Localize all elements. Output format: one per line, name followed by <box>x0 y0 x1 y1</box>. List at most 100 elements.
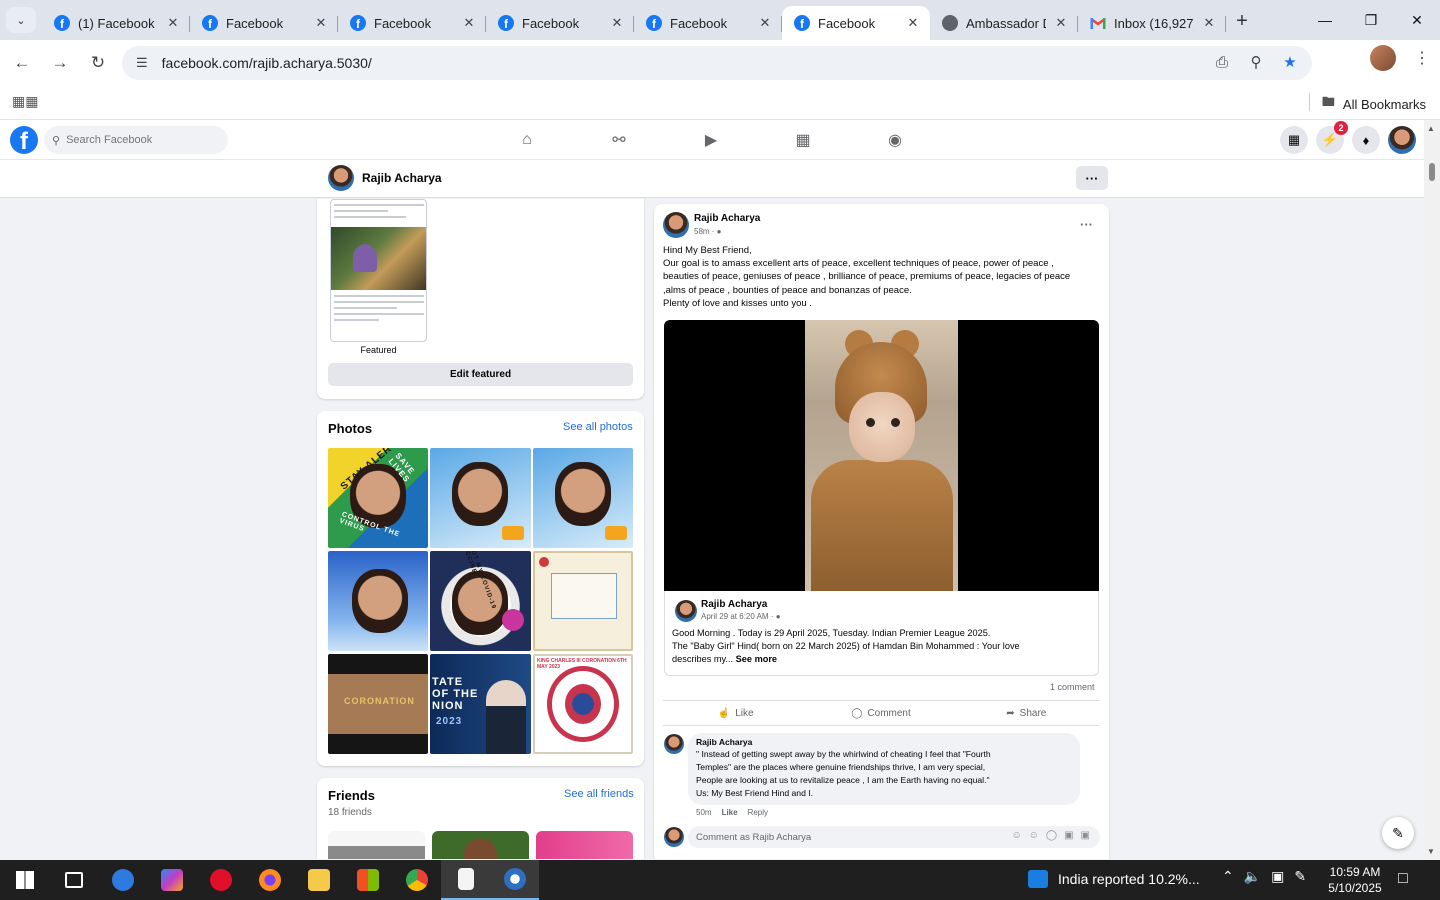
shared-author-avatar[interactable] <box>675 600 697 622</box>
like-button[interactable]: ☝ Like <box>663 701 808 725</box>
my-avatar[interactable] <box>664 827 684 847</box>
see-more-link[interactable]: See more <box>736 654 777 664</box>
taskbar-notepad[interactable] <box>441 860 490 900</box>
browser-tab[interactable]: f Facebook ✕ <box>782 6 930 40</box>
see-all-photos-link[interactable]: See all photos <box>563 421 633 433</box>
comment-button[interactable]: ◯ Comment <box>808 701 953 725</box>
photo-tile[interactable]: KING CHARLES III CORONATION 6TH MAY 2023 <box>533 654 633 754</box>
close-tab-icon[interactable]: ✕ <box>1054 15 1068 31</box>
gaming-icon[interactable]: ◉ <box>878 128 912 152</box>
browser-tab[interactable]: f (1) Facebook ✕ <box>42 6 190 40</box>
comment-time[interactable]: 50m <box>696 808 712 817</box>
menu-grid-button[interactable]: ▦ <box>1280 126 1308 154</box>
post-options-icon[interactable]: ··· <box>1080 217 1093 232</box>
reload-button[interactable]: ↻ <box>80 45 116 81</box>
photo-tile[interactable]: TATE OF THE NION 2023 <box>430 654 531 754</box>
zoom-icon[interactable]: ⚲ <box>1242 48 1270 76</box>
browser-tab[interactable]: Inbox (16,927) ✕ <box>1078 6 1226 40</box>
start-button[interactable] <box>0 860 49 900</box>
apps-grid-icon[interactable]: ▦▦ <box>12 93 38 110</box>
commenter-avatar[interactable] <box>664 734 684 754</box>
home-icon[interactable]: ⌂ <box>510 128 544 152</box>
scroll-up-icon[interactable]: ▲ <box>1427 124 1435 133</box>
search-input[interactable] <box>66 134 217 146</box>
task-view-button[interactable] <box>49 860 98 900</box>
news-widget[interactable]: India reported 10.2%... <box>1028 870 1200 888</box>
facebook-logo-icon[interactable]: f <box>10 126 38 154</box>
write-comment-box[interactable]: Comment as Rajib Acharya ☺ ☺ ◯ ▣ ▣ <box>688 826 1100 848</box>
taskbar-firefox[interactable] <box>245 860 294 900</box>
shared-author-name[interactable]: Rajib Acharya <box>701 599 767 610</box>
taskbar-app-1[interactable] <box>98 860 147 900</box>
messenger-button[interactable]: ⚡ 2 <box>1316 121 1348 154</box>
sticker-icon[interactable]: ▣ <box>1081 830 1090 841</box>
minimize-icon[interactable]: — <box>1302 0 1348 40</box>
edit-featured-button[interactable]: Edit featured <box>328 363 633 386</box>
friend-thumbnail[interactable] <box>328 831 425 859</box>
site-info-icon[interactable]: ☰ <box>136 55 148 71</box>
photo-tile[interactable] <box>533 551 633 651</box>
taskbar-chrome[interactable] <box>392 860 441 900</box>
share-button[interactable]: ➦ Share <box>954 701 1099 725</box>
all-bookmarks-button[interactable]: 🖿 All Bookmarks <box>1322 93 1426 115</box>
avatar-sticker-icon[interactable]: ☺ <box>1011 830 1021 841</box>
profile-name[interactable]: Rajib Acharya <box>362 171 442 185</box>
taskbar-copilot[interactable] <box>147 860 196 900</box>
comment-reply-button[interactable]: Reply <box>748 808 768 817</box>
account-avatar[interactable] <box>1388 126 1416 154</box>
shared-post[interactable]: Rajib Acharya April 29 at 6:20 AM · ● Go… <box>664 591 1099 676</box>
photo-tile[interactable] <box>430 448 531 548</box>
pen-icon[interactable]: ✎ <box>1294 868 1306 885</box>
comment-like-button[interactable]: Like <box>722 808 738 817</box>
friend-thumbnail[interactable] <box>536 831 633 859</box>
taskbar-file-explorer[interactable] <box>294 860 343 900</box>
browser-tab[interactable]: f Facebook ✕ <box>338 6 486 40</box>
see-all-friends-link[interactable]: See all friends <box>564 788 634 800</box>
page-scrollbar[interactable]: ▲ ▼ <box>1424 120 1440 860</box>
forward-button[interactable]: → <box>42 45 78 81</box>
bookmark-star-icon[interactable]: ★ <box>1276 48 1304 76</box>
close-tab-icon[interactable]: ✕ <box>166 15 180 31</box>
post-author-avatar[interactable] <box>663 212 689 238</box>
close-tab-icon[interactable]: ✕ <box>610 15 624 31</box>
notification-center-icon[interactable]: □ <box>1398 870 1408 888</box>
close-tab-icon[interactable]: ✕ <box>314 15 328 31</box>
post-author-name[interactable]: Rajib Acharya <box>694 213 760 224</box>
taskbar-store[interactable] <box>343 860 392 900</box>
video-icon[interactable]: ▶ <box>694 128 728 152</box>
taskbar-app-active[interactable] <box>490 860 539 900</box>
notifications-button[interactable]: ♦ <box>1352 126 1380 154</box>
speaker-icon[interactable]: 🔈 <box>1244 868 1261 885</box>
gif-icon[interactable]: ▣ <box>1064 830 1073 841</box>
install-app-icon[interactable]: ⎙ <box>1208 48 1236 76</box>
close-tab-icon[interactable]: ✕ <box>906 15 920 31</box>
browser-profile-avatar[interactable] <box>1370 45 1396 71</box>
new-tab-button[interactable]: + <box>1226 5 1258 37</box>
chevron-up-icon[interactable]: ⌃ <box>1222 868 1234 885</box>
back-button[interactable]: ← <box>4 45 40 81</box>
photo-tile[interactable] <box>533 448 633 548</box>
close-tab-icon[interactable]: ✕ <box>758 15 772 31</box>
friend-thumbnail[interactable] <box>432 831 529 859</box>
photo-tile[interactable]: I GOT MY COVID-19 VACCINE <box>430 551 531 651</box>
friends-icon[interactable]: ⚯ <box>602 128 636 152</box>
new-message-button[interactable]: ✎ <box>1382 817 1414 849</box>
shared-post-image[interactable] <box>664 320 1099 591</box>
profile-more-button[interactable]: ··· <box>1076 166 1108 190</box>
post-timestamp[interactable]: 58m · ● <box>694 227 722 236</box>
marketplace-icon[interactable]: ▦ <box>786 128 820 152</box>
browser-menu-icon[interactable]: ⋮ <box>1414 48 1430 68</box>
photo-tile[interactable]: CORONATION <box>328 654 428 754</box>
photo-tile[interactable] <box>328 551 428 651</box>
browser-tab[interactable]: f Facebook ✕ <box>190 6 338 40</box>
featured-thumbnail[interactable] <box>330 199 427 342</box>
address-bar[interactable]: ☰ facebook.com/rajib.acharya.5030/ ⎙ ⚲ ★ <box>122 46 1312 80</box>
clock[interactable]: 10:59 AM 5/10/2025 <box>1322 864 1388 896</box>
maximize-icon[interactable]: ❐ <box>1348 0 1394 40</box>
comment-author[interactable]: Rajib Acharya <box>696 737 752 747</box>
taskbar-opera[interactable] <box>196 860 245 900</box>
url-text[interactable]: facebook.com/rajib.acharya.5030/ <box>162 55 372 71</box>
shared-timestamp[interactable]: April 29 at 6:20 AM · ● <box>701 612 781 621</box>
emoji-icon[interactable]: ☺ <box>1029 830 1039 841</box>
search-box[interactable]: ⚲ <box>44 126 228 154</box>
